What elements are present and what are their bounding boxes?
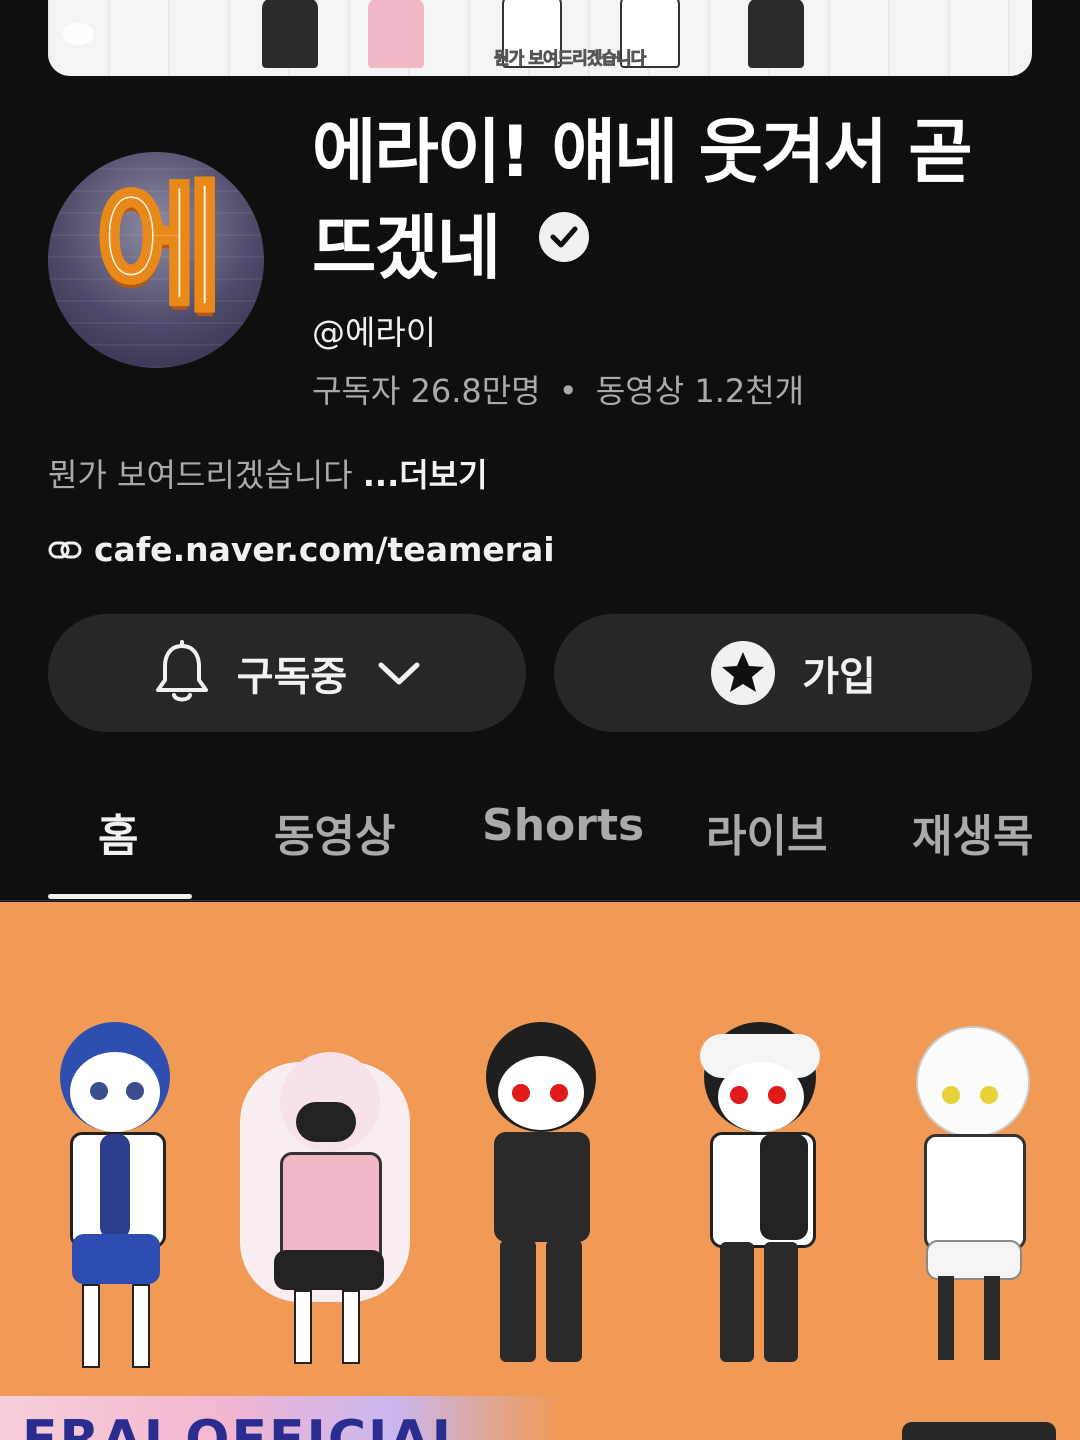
channel-title: 에라이! 얘네 웃겨서 곧 뜨겠네 [312,104,1012,296]
channel-tabs: 홈 동영상 Shorts 라이브 재생목 [0,760,1080,901]
tab-home[interactable]: 홈 [98,800,138,864]
character-figure [450,1022,630,1372]
link-text: cafe.naver.com/teamerai [94,530,555,569]
character-figure [30,1022,200,1372]
subscribed-button[interactable]: 구독중 [48,614,526,732]
join-button[interactable]: 가입 [554,614,1032,732]
tab-playlists[interactable]: 재생목 [912,800,1033,864]
banner-character [262,0,318,68]
avatar-logo-text: 에 [93,168,227,331]
star-badge-icon [710,640,776,706]
video-count: 동영상 1.2천개 [595,372,805,410]
verified-check-icon [539,212,590,262]
join-label: 가입 [802,654,876,700]
active-tab-indicator [48,894,192,899]
subscriber-count: 구독자 26.8만명 [312,372,541,410]
character-figure [880,1022,1060,1372]
chevron-down-icon [377,659,421,687]
character-figure [670,1022,850,1372]
channel-link[interactable]: cafe.naver.com/teamerai [48,530,555,569]
character-figure [230,1042,420,1372]
featured-video-thumbnail[interactable]: ERAI OFFICIAL [0,902,1080,1440]
tab-videos[interactable]: 동영상 [274,800,395,864]
banner-caption: 뭔가 보여드리겠습니다 [494,49,647,70]
featured-title-banner: ERAI OFFICIAL [0,1396,560,1440]
tab-shorts[interactable]: Shorts [482,800,644,851]
banner-character [748,0,804,68]
channel-avatar[interactable]: 에 [48,152,264,368]
description-text: 뭔가 보여드리겠습니다 [48,456,353,494]
bell-icon [153,640,211,706]
banner-character [368,0,424,68]
subscribed-label: 구독중 [236,654,348,700]
more-link[interactable]: ...더보기 [363,456,488,494]
channel-name-text: 에라이! 얘네 웃겨서 곧 뜨겠네 [312,111,973,289]
featured-title-text: ERAI OFFICIAL [22,1414,467,1440]
channel-banner: 뭔가 보여드리겠습니다 [48,0,1032,76]
channel-handle: @에라이 [312,313,437,352]
channel-description[interactable]: 뭔가 보여드리겠습니다 ...더보기 [48,450,488,496]
stats-separator: • [558,372,578,410]
tab-live[interactable]: 라이브 [706,800,827,864]
link-icon [48,540,82,560]
channel-stats: 구독자 26.8만명 • 동영상 1.2천개 [312,366,804,412]
play-button[interactable] [902,1422,1056,1440]
